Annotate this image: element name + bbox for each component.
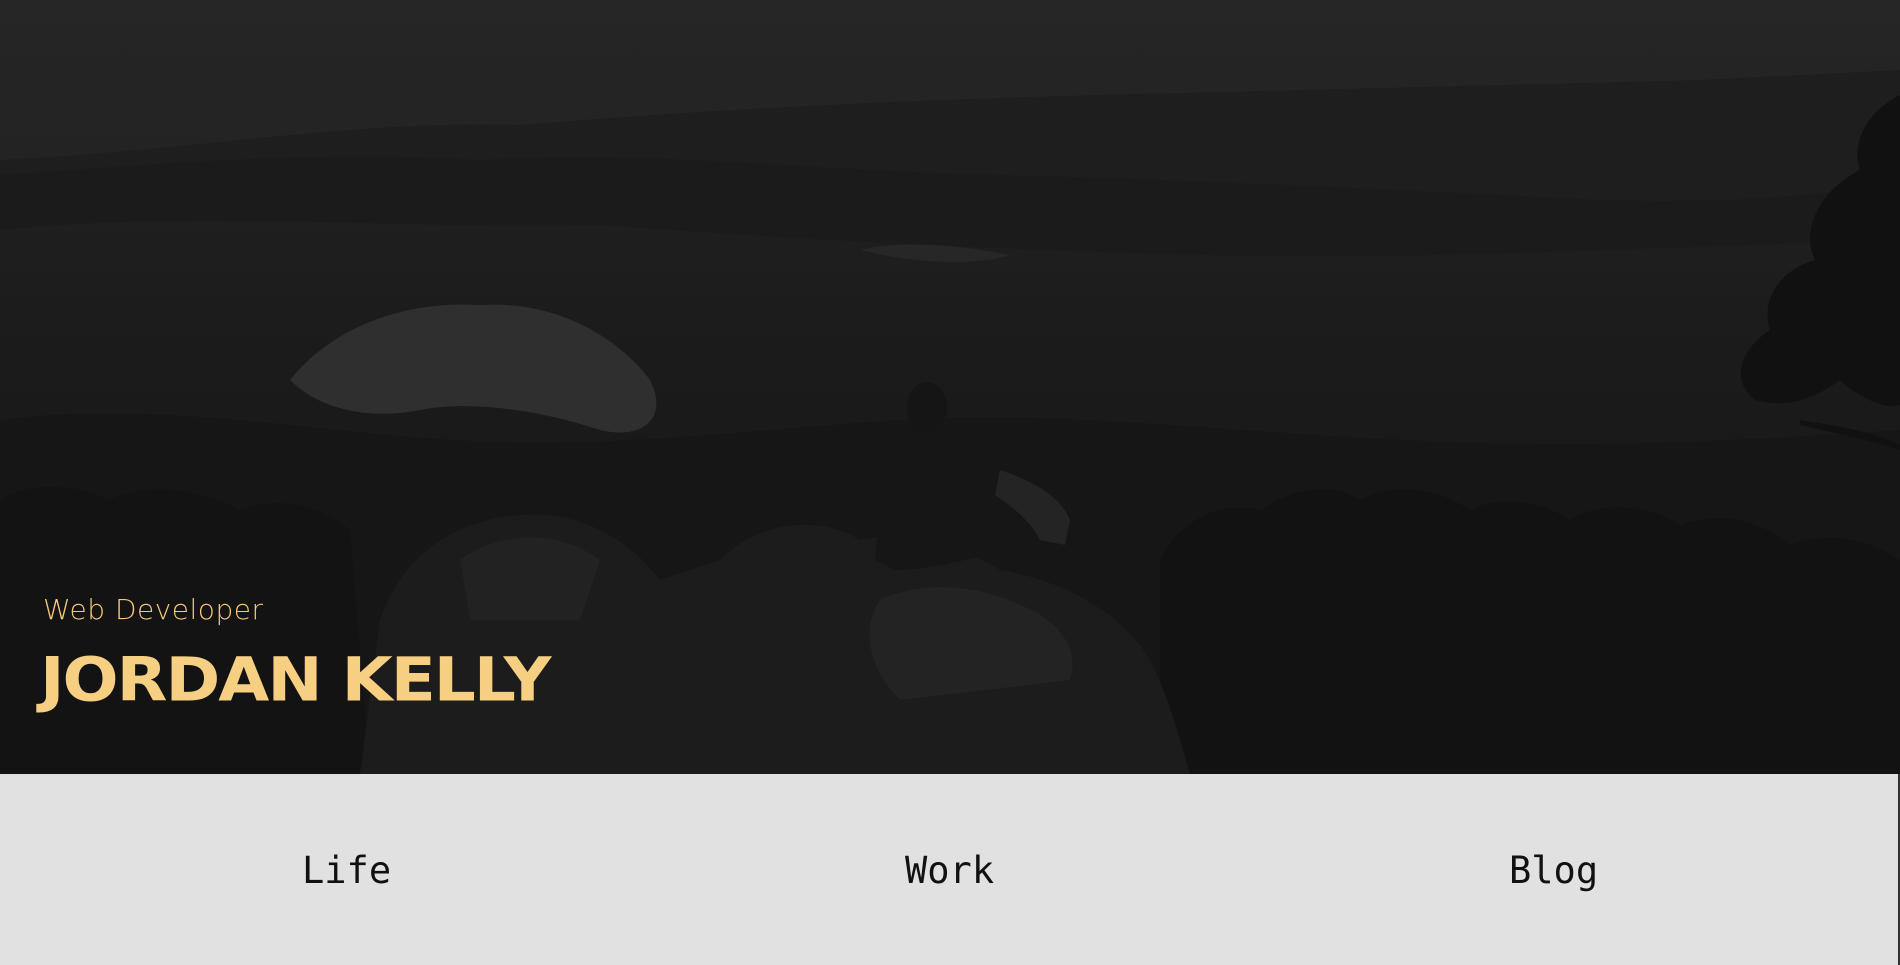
- nav-item-blog[interactable]: Blog: [1509, 852, 1598, 889]
- hero-name-heading: JORDAN KELLY: [40, 644, 551, 716]
- page: Web Developer JORDAN KELLY Life Work Blo…: [0, 0, 1900, 965]
- hero-subtitle: Web Developer: [43, 593, 264, 626]
- nav-item-life[interactable]: Life: [302, 852, 391, 889]
- nav-item-work[interactable]: Work: [905, 852, 994, 889]
- hero-section: Web Developer JORDAN KELLY: [0, 0, 1900, 774]
- main-nav: Life Work Blog: [0, 774, 1900, 965]
